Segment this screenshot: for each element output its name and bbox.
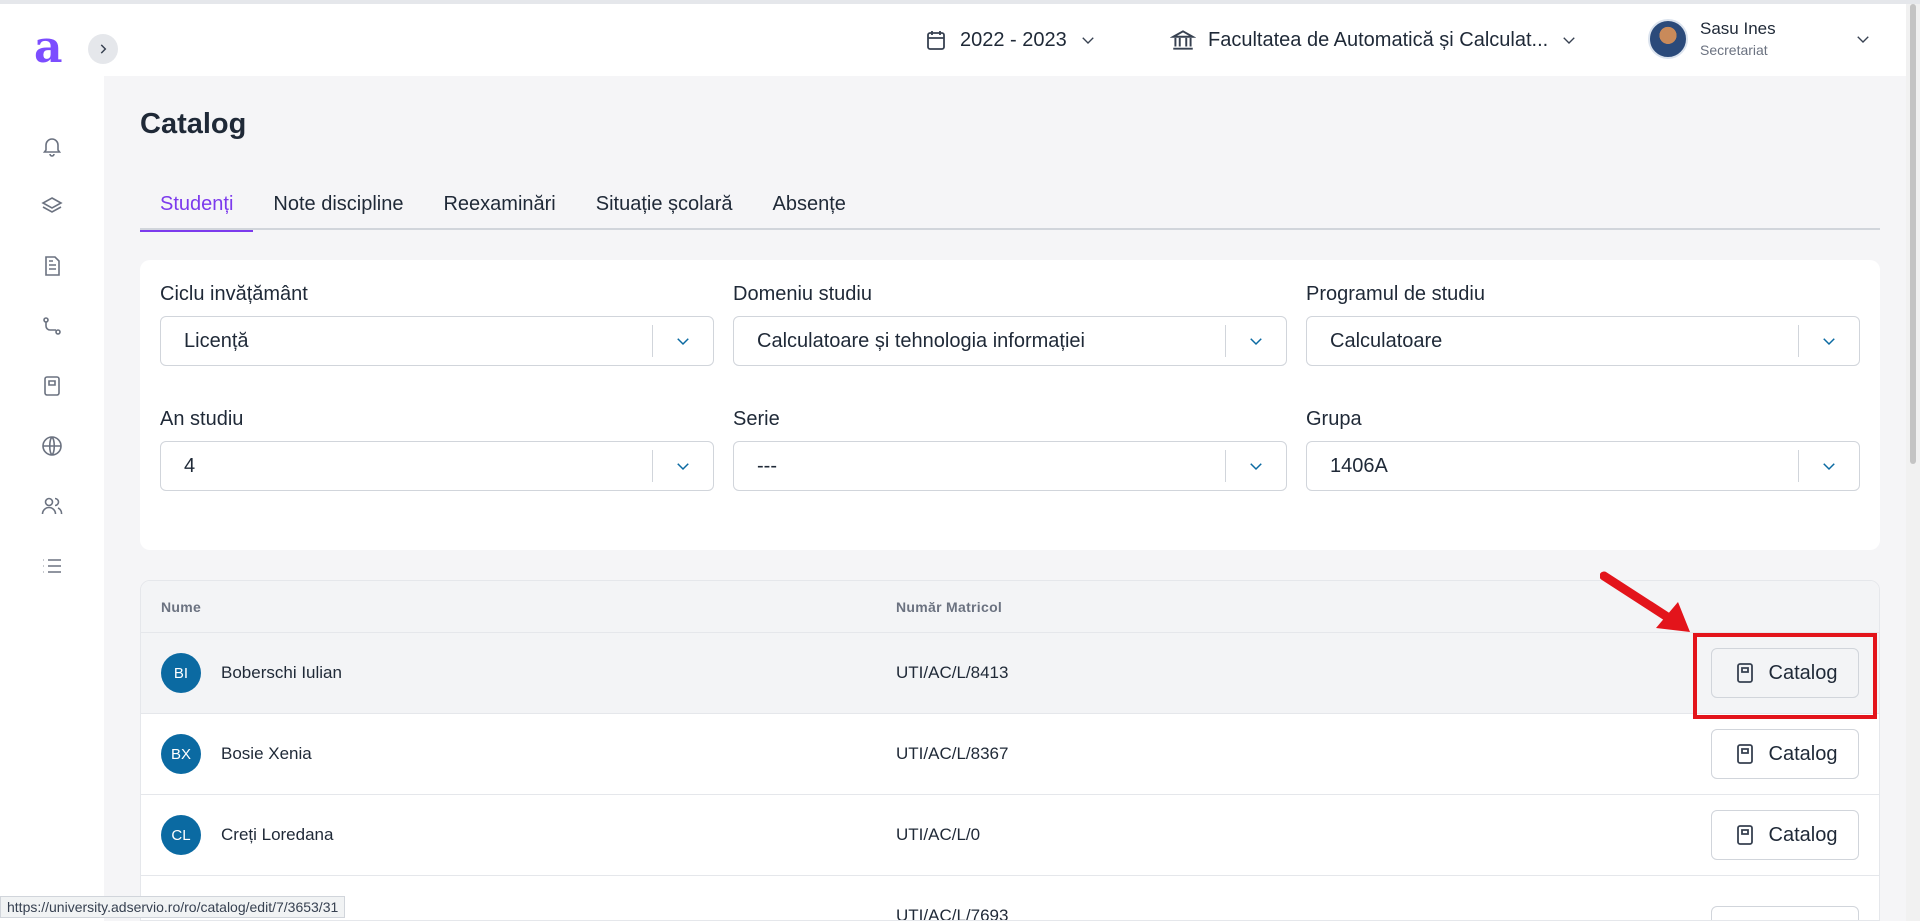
list-icon[interactable] (38, 552, 66, 580)
table-row[interactable]: BI Boberschi Iulian UTI/AC/L/8413 Catalo… (141, 633, 1879, 714)
ciclu-select[interactable]: Licență (160, 316, 714, 366)
catalog-button-label: Catalog (1768, 823, 1838, 846)
column-header-name[interactable]: Nume (161, 599, 201, 615)
catalog-button[interactable]: Catalog (1711, 810, 1859, 860)
chevron-down-icon (1563, 37, 1575, 44)
notebook-icon[interactable] (38, 372, 66, 400)
student-name: Creți Loredana (221, 825, 334, 844)
grupa-value: 1406A (1330, 454, 1388, 477)
an-select[interactable]: 4 (160, 441, 714, 491)
serie-select[interactable]: --- (733, 441, 1287, 491)
app-logo[interactable]: a (34, 24, 63, 72)
chevron-down-icon (1799, 332, 1859, 350)
serie-field: Serie --- (733, 407, 1287, 491)
chevron-down-icon (1799, 457, 1859, 475)
chevron-down-icon (653, 332, 713, 350)
globe-icon[interactable] (38, 432, 66, 460)
user-role: Secretariat (1700, 42, 1768, 58)
notebook-icon (1736, 825, 1753, 845)
chevron-down-icon (1226, 332, 1286, 350)
year-value: 2022 - 2023 (960, 28, 1067, 51)
tab-note-discipline[interactable]: Note discipline (253, 188, 423, 230)
program-label: Programul de studiu (1306, 283, 1485, 305)
year-selector[interactable]: 2022 - 2023 (924, 22, 1097, 58)
student-matricol: UTI/AC/L/8367 (896, 744, 1009, 763)
grupa-label: Grupa (1306, 408, 1362, 430)
student-name: Boberschi Iulian (221, 663, 342, 682)
scrollbar[interactable] (1906, 4, 1920, 921)
serie-value: --- (757, 454, 777, 477)
column-header-matricol[interactable]: Număr Matricol (896, 599, 1002, 615)
sidebar-expand-button[interactable] (88, 34, 118, 64)
program-value: Calculatoare (1330, 329, 1443, 352)
filters-card: Ciclu invățământ Licență Domeniu studiu … (140, 260, 1880, 550)
chevron-down-icon (1226, 457, 1286, 475)
student-matricol: UTI/AC/L/7693 (896, 906, 1009, 921)
table-row[interactable]: CL Creți Loredana UTI/AC/L/0 Catalog (141, 795, 1879, 876)
status-url: https://university.adservio.ro/ro/catalo… (0, 896, 346, 918)
bell-icon[interactable] (38, 132, 66, 160)
ciclu-label: Ciclu invățământ (160, 283, 308, 305)
calendar-icon (927, 31, 945, 50)
annotation-highlight (1693, 633, 1877, 719)
scrollbar-thumb[interactable] (1910, 4, 1916, 464)
page-title: Catalog (140, 108, 247, 140)
tab-studenti[interactable]: Studenți (140, 188, 254, 232)
top-header: 2022 - 2023 Facultatea de Automatică și … (104, 4, 1920, 76)
chevron-down-icon (653, 457, 713, 475)
catalog-button-label: Catalog (1768, 742, 1838, 765)
ciclu-value: Licență (184, 329, 249, 352)
route-icon[interactable] (38, 312, 66, 340)
grupa-select[interactable]: 1406A (1306, 441, 1860, 491)
an-field: An studiu 4 (160, 407, 714, 491)
domeniu-field: Domeniu studiu Calculatoare și tehnologi… (733, 282, 1287, 366)
annotation-arrow-icon (1600, 571, 1690, 632)
institution-icon (1170, 30, 1196, 50)
program-field: Programul de studiu Calculatoare (1306, 282, 1860, 366)
chevron-right-icon (100, 44, 107, 54)
student-initials: BI (161, 653, 201, 693)
chevron-down-icon (1082, 37, 1094, 44)
table-row[interactable]: UTI/AC/L/7693 Catalog (141, 876, 1879, 921)
student-initials: CL (161, 815, 201, 855)
student-matricol: UTI/AC/L/8413 (896, 663, 1009, 682)
avatar (1648, 19, 1688, 59)
users-icon[interactable] (38, 492, 66, 520)
catalog-button[interactable]: Catalog (1711, 729, 1859, 779)
domeniu-select[interactable]: Calculatoare și tehnologia informației (733, 316, 1287, 366)
program-select[interactable]: Calculatoare (1306, 316, 1860, 366)
tab-situatie-scolara[interactable]: Situație școlară (576, 188, 753, 230)
faculty-value: Facultatea de Automatică și Calculat... (1208, 28, 1549, 51)
layers-icon[interactable] (38, 192, 66, 220)
serie-label: Serie (733, 408, 780, 430)
catalog-button[interactable]: Catalog (1711, 906, 1859, 920)
user-name: Sasu Ines (1700, 19, 1776, 38)
student-initials: BX (161, 734, 201, 774)
tab-bar: Studenți Note discipline Reexaminări Sit… (140, 188, 1880, 232)
chevron-down-icon (1857, 36, 1869, 43)
an-label: An studiu (160, 408, 244, 430)
domeniu-label: Domeniu studiu (733, 283, 872, 305)
user-menu[interactable]: Sasu Ines Secretariat (1648, 16, 1872, 62)
student-name: Bosie Xenia (221, 744, 312, 763)
faculty-selector[interactable]: Facultatea de Automatică și Calculat... (1170, 22, 1578, 58)
document-icon[interactable] (38, 252, 66, 280)
an-value: 4 (184, 454, 196, 477)
student-matricol: UTI/AC/L/0 (896, 825, 981, 844)
tab-absente[interactable]: Absențe (752, 188, 865, 230)
ciclu-field: Ciclu invățământ Licență (160, 282, 714, 366)
sidebar: a (0, 4, 104, 921)
grupa-field: Grupa 1406A (1306, 407, 1860, 491)
notebook-icon (1736, 744, 1753, 764)
domeniu-value: Calculatoare și tehnologia informației (757, 329, 1085, 352)
tab-reexaminari[interactable]: Reexaminări (423, 188, 575, 230)
table-row[interactable]: BX Bosie Xenia UTI/AC/L/8367 Catalog (141, 714, 1879, 795)
